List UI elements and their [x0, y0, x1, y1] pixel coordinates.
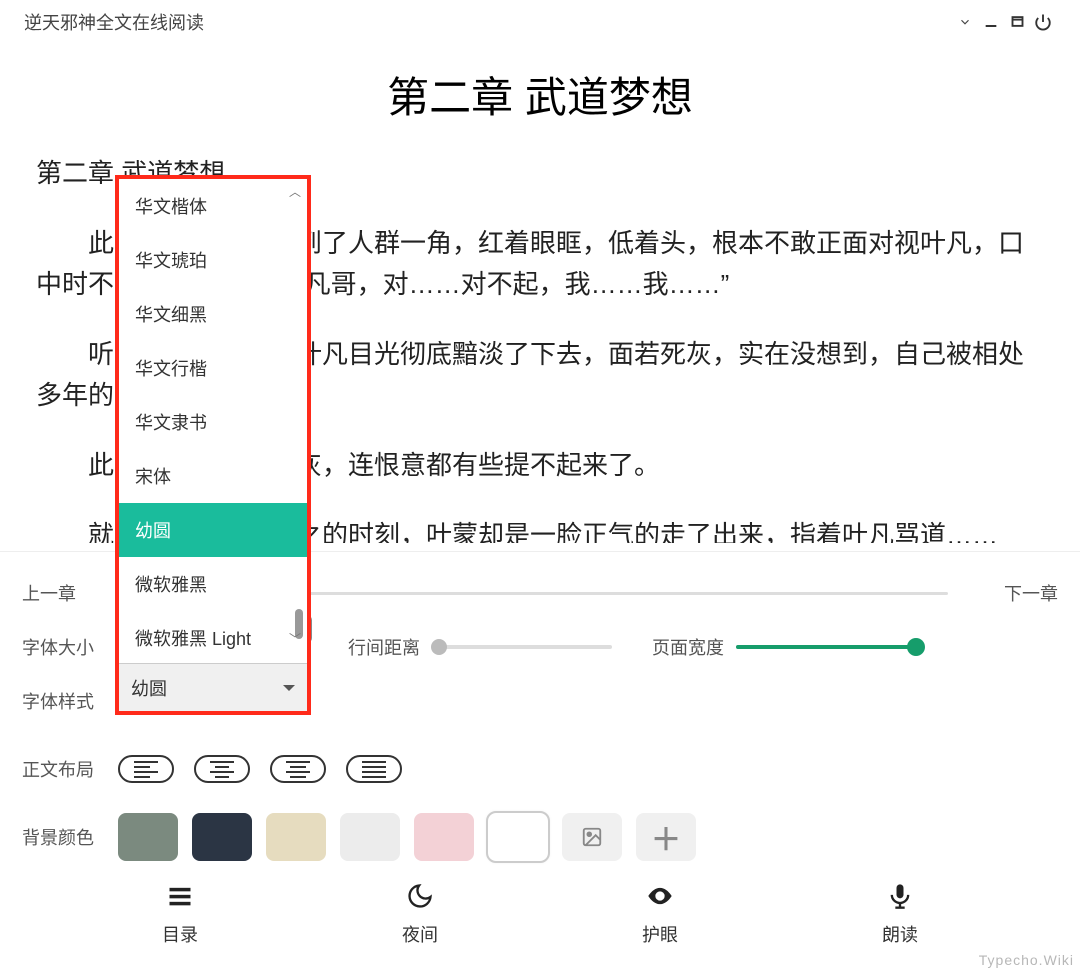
- font-family-current-value: 幼圆: [131, 675, 167, 701]
- bg-color-swatch[interactable]: [192, 813, 252, 861]
- line-spacing-label: 行间距离: [348, 634, 420, 660]
- layout-row: 正文布局: [22, 742, 1058, 796]
- layout-label: 正文布局: [22, 756, 118, 782]
- font-size-label: 字体大小: [22, 634, 118, 660]
- triangle-down-icon: [283, 685, 295, 697]
- font-option[interactable]: 微软雅黑 Light: [119, 611, 307, 663]
- font-family-select[interactable]: 幼圆: [119, 663, 307, 711]
- chapter-title: 第二章 武道梦想: [0, 64, 1080, 125]
- nav-night[interactable]: 夜间: [402, 882, 438, 947]
- nav-night-label: 夜间: [402, 921, 438, 947]
- eye-icon: [646, 882, 674, 915]
- watermark: Typecho.Wiki: [979, 952, 1074, 968]
- bg-color-row: 背景颜色 ＋: [22, 810, 1058, 864]
- bg-color-swatch[interactable]: [340, 813, 400, 861]
- nav-read-label: 朗读: [882, 921, 918, 947]
- font-family-dropdown[interactable]: ︿ 华文楷体华文琥珀华文细黑华文行楷华文隶书宋体幼圆微软雅黑微软雅黑 Light…: [115, 175, 311, 715]
- maximize-button[interactable]: [1004, 13, 1030, 31]
- moon-icon: [406, 882, 434, 915]
- font-option[interactable]: 华文细黑: [119, 287, 307, 341]
- line-spacing-slider[interactable]: [432, 645, 612, 649]
- font-option[interactable]: 微软雅黑: [119, 557, 307, 611]
- font-option[interactable]: 幼圆: [119, 503, 307, 557]
- layout-align-left[interactable]: [118, 755, 174, 783]
- bg-add-button[interactable]: ＋: [636, 813, 696, 861]
- prev-chapter-button[interactable]: 上一章: [22, 580, 112, 606]
- bg-color-swatch[interactable]: [414, 813, 474, 861]
- bg-color-swatch[interactable]: [266, 813, 326, 861]
- font-option[interactable]: 宋体: [119, 449, 307, 503]
- layout-align-center[interactable]: [194, 755, 250, 783]
- layout-align-justify[interactable]: [346, 755, 402, 783]
- mic-icon: [886, 882, 914, 915]
- font-option[interactable]: 华文楷体: [119, 179, 307, 233]
- layout-align-center2[interactable]: [270, 755, 326, 783]
- window-title: 逆天邪神全文在线阅读: [24, 9, 204, 35]
- nav-toc[interactable]: 目录: [162, 882, 198, 947]
- window-titlebar: 逆天邪神全文在线阅读: [0, 0, 1080, 44]
- page-width-label: 页面宽度: [652, 634, 724, 660]
- bg-color-swatch[interactable]: [118, 813, 178, 861]
- font-option[interactable]: 华文行楷: [119, 341, 307, 395]
- font-option[interactable]: 华文隶书: [119, 395, 307, 449]
- page-width-slider[interactable]: [736, 645, 916, 649]
- power-button[interactable]: [1030, 13, 1056, 31]
- bg-image-button[interactable]: [562, 813, 622, 861]
- chevron-down-icon[interactable]: ﹀: [289, 630, 301, 647]
- bottom-nav: 目录 夜间 护眼 朗读: [0, 864, 1080, 959]
- bg-color-label: 背景颜色: [22, 824, 118, 850]
- toc-icon: [166, 882, 194, 915]
- nav-read[interactable]: 朗读: [882, 882, 918, 947]
- font-style-label: 字体样式: [22, 688, 118, 714]
- nav-eye[interactable]: 护眼: [642, 882, 678, 947]
- nav-toc-label: 目录: [162, 921, 198, 947]
- bg-color-swatch[interactable]: [488, 813, 548, 861]
- minimize-button[interactable]: [978, 13, 1004, 31]
- dropdown-menu-button[interactable]: [952, 13, 978, 31]
- next-chapter-button[interactable]: 下一章: [968, 580, 1058, 606]
- nav-eye-label: 护眼: [642, 921, 678, 947]
- font-option[interactable]: 华文琥珀: [119, 233, 307, 287]
